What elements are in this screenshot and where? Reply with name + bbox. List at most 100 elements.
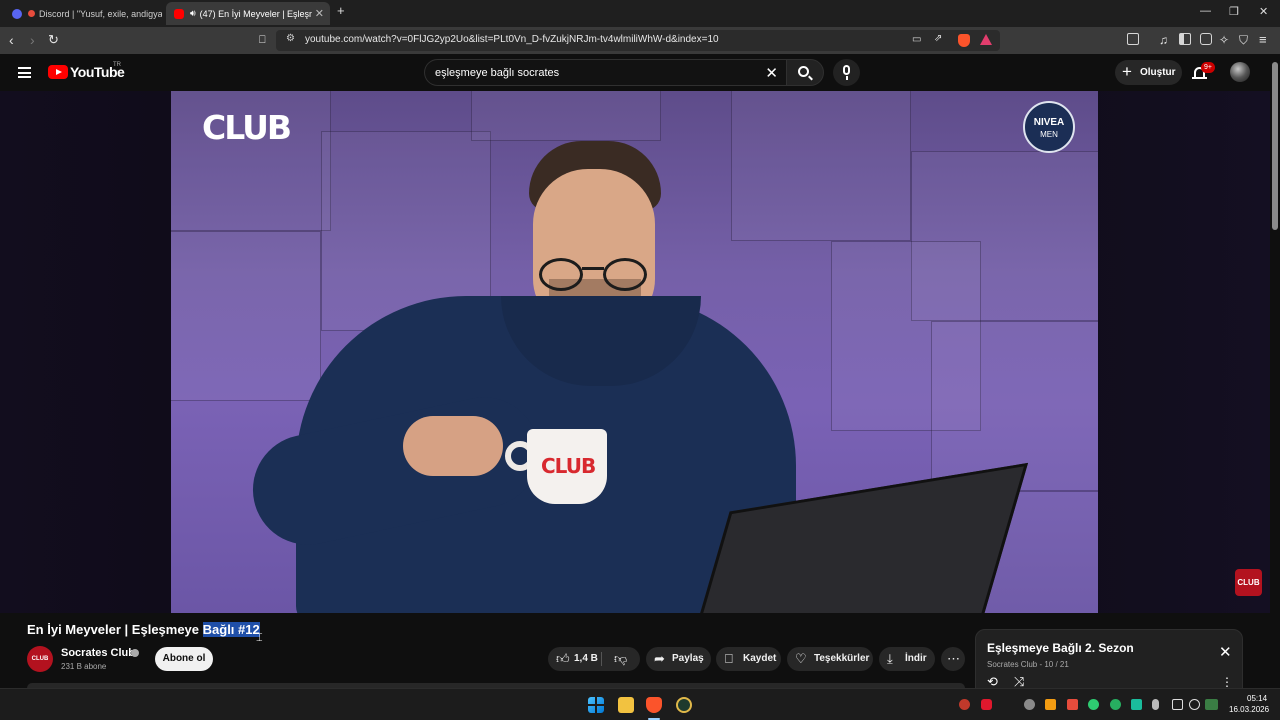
playlist-panel: Eşleşmeye Bağlı 2. Sezon Socrates Club -… (975, 629, 1243, 691)
tray-app4-icon[interactable] (1131, 699, 1142, 710)
mouse-cursor-icon: ⌶ (256, 632, 263, 644)
plus-icon: + (1122, 62, 1132, 81)
subscribe-button[interactable]: Abone ol (155, 647, 213, 671)
more-icon: ⋯ (947, 651, 960, 666)
tab-title: Discord | "Yusuf, exile, andigya, / (39, 8, 162, 19)
voice-search-button[interactable] (833, 59, 860, 86)
nivea-men-logo: NIVEA MEN (1023, 101, 1075, 153)
bookmark-save-icon: ⎕ (725, 651, 733, 666)
reload-icon[interactable]: ↻ (48, 32, 59, 48)
create-label: Oluştur (1140, 67, 1176, 78)
recording-icon (28, 10, 35, 17)
tab-title: (47) En İyi Meyveler | Eşleşme (199, 8, 322, 19)
subscriber-count: 231 B abone (61, 662, 107, 671)
wallet-icon[interactable] (1200, 33, 1212, 45)
more-actions-button[interactable]: ⋯ (941, 647, 965, 671)
tray-app2-icon[interactable] (1067, 699, 1078, 710)
scrollbar-thumb[interactable] (1272, 62, 1278, 230)
verified-icon (131, 649, 139, 657)
search-input[interactable]: eşleşmeye bağlı socrates ✕ (424, 59, 786, 86)
restore-button[interactable]: ❐ (1229, 5, 1239, 18)
pinned-app-icon[interactable] (676, 697, 692, 713)
channel-watermark[interactable]: CLUB (1235, 569, 1262, 596)
clock-time[interactable]: 05:14 (1247, 694, 1267, 703)
vpn-shield-icon[interactable]: ⛉ (1239, 32, 1248, 48)
glasses (539, 258, 583, 291)
bookmark-icon[interactable]: ⎕ (259, 32, 266, 48)
tray-network-icon[interactable] (1205, 699, 1218, 710)
tray-warning-icon[interactable] (1045, 699, 1056, 710)
microphone-icon (843, 65, 850, 75)
playlist-title[interactable]: Eşleşmeye Bağlı 2. Sezon (987, 641, 1134, 655)
thanks-button[interactable]: ♡ Teşekkürler (787, 647, 873, 671)
clear-search-icon[interactable]: ✕ (765, 64, 778, 82)
like-dislike-group: 👍︎ 1,4 B 👎︎ (548, 647, 640, 671)
tray-app3-icon[interactable] (1088, 699, 1099, 710)
channel-avatar[interactable]: CLUB (27, 646, 53, 672)
video-frame[interactable]: CLUB CLUB NIVEA MEN (171, 91, 1098, 613)
tab-discord[interactable]: Discord | "Yusuf, exile, andigya, / (4, 2, 162, 25)
search-button[interactable] (786, 59, 824, 86)
playlist-subtitle: Socrates Club - 10 / 21 (987, 660, 1069, 669)
close-playlist-icon[interactable]: ✕ (1219, 643, 1232, 661)
tray-chevron-icon[interactable] (1003, 699, 1014, 710)
site-info-icon[interactable]: ⚙︎ (286, 33, 295, 44)
selected-text: Bağlı #12 (202, 622, 260, 637)
back-icon[interactable]: ‹ (9, 32, 14, 48)
mug-logo-text: CLUB (541, 454, 596, 478)
hamburger-menu-icon[interactable] (18, 67, 31, 78)
youtube-icon (174, 8, 184, 19)
media-icon[interactable]: ♫ (1159, 32, 1168, 48)
channel-name[interactable]: Socrates Club (61, 647, 135, 659)
youtube-logo-icon[interactable] (48, 65, 68, 79)
forward-icon[interactable]: › (30, 32, 35, 48)
tray-volume-icon[interactable] (1189, 699, 1200, 710)
video-player[interactable]: CLUB CLUB NIVEA MEN CLUB (0, 91, 1270, 613)
minimize-button[interactable]: — (1200, 5, 1211, 17)
cast-icon[interactable]: ▭ (912, 34, 921, 45)
window-close-button[interactable]: ✕ (1259, 5, 1268, 18)
windows-start-icon[interactable] (588, 697, 604, 713)
menu-icon[interactable]: ≡ (1259, 32, 1267, 48)
discord-icon (12, 8, 22, 19)
file-explorer-icon[interactable] (618, 697, 634, 713)
speaker-icon: 🔊︎ (190, 8, 196, 18)
dislike-icon[interactable]: 👎︎ (614, 647, 627, 671)
brave-rewards-icon[interactable] (980, 34, 992, 45)
thanks-heart-icon: ♡ (795, 651, 807, 666)
clock-date[interactable]: 16.03.2026 (1229, 705, 1269, 714)
brave-browser-icon[interactable] (646, 697, 662, 713)
tab-youtube[interactable]: 🔊︎ (47) En İyi Meyveler | Eşleşme ✕ (166, 2, 330, 25)
tray-app-icon[interactable] (959, 699, 970, 710)
sidebar-icon[interactable] (1179, 33, 1191, 45)
like-icon[interactable]: 👍︎ (556, 647, 570, 671)
save-button[interactable]: ⎕ Kaydet (716, 647, 781, 671)
playlist-more-icon[interactable]: ⋮ (1221, 675, 1233, 689)
tray-nvidia-icon[interactable] (1110, 699, 1121, 710)
search-icon (798, 66, 809, 77)
tab-search-icon[interactable] (1127, 33, 1139, 45)
tray-settings-icon[interactable] (1024, 699, 1035, 710)
close-tab-icon[interactable]: ✕ (311, 7, 324, 20)
new-tab-button[interactable]: + (337, 3, 345, 18)
youtube-header: YouTube TR eşleşmeye bağlı socrates ✕ + … (0, 54, 1280, 91)
ai-assistant-icon[interactable]: ✧ (1219, 32, 1229, 48)
create-button[interactable]: + Oluştur (1115, 60, 1182, 85)
download-button[interactable]: ⤓ İndir (879, 647, 935, 671)
tray-microphone-icon[interactable] (1152, 699, 1159, 710)
search-query: eşleşmeye bağlı socrates (435, 67, 560, 79)
windows-taskbar (0, 688, 1280, 720)
address-bar[interactable]: ⚙︎ youtube.com/watch?v=0FlJG2yp2Uo&list=… (276, 30, 1000, 51)
share-button[interactable]: ➦ Paylaş (646, 647, 711, 671)
account-avatar[interactable] (1230, 62, 1250, 82)
video-title: En İyi Meyveler | Eşleşmeye Bağlı #12 (27, 622, 260, 637)
like-count[interactable]: 1,4 B (574, 647, 598, 671)
url-text: youtube.com/watch?v=0FlJG2yp2Uo&list=PLt… (305, 34, 719, 45)
tray-display-icon[interactable] (1172, 699, 1183, 710)
browser-toolbar: ‹ › ↻ ⎕ ⚙︎ youtube.com/watch?v=0FlJG2yp2… (0, 27, 1280, 54)
share-page-icon[interactable]: ⇗ (934, 33, 942, 44)
notification-badge: 9+ (1201, 62, 1215, 73)
club-logo: CLUB (202, 108, 292, 147)
tray-record-icon[interactable] (981, 699, 992, 710)
brave-shields-icon[interactable] (958, 34, 970, 47)
